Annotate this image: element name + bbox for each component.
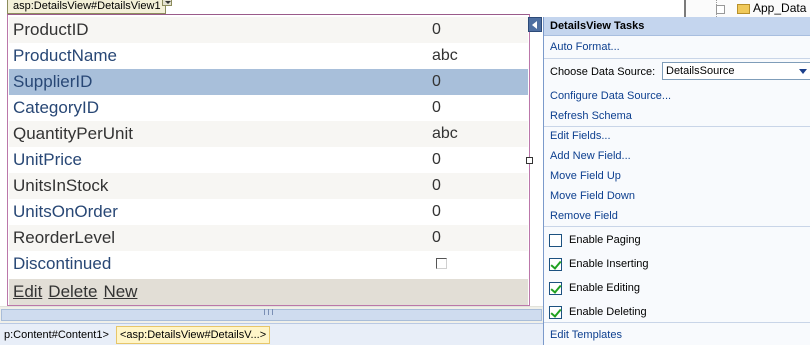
field-header: UnitsOnOrder: [13, 202, 118, 221]
enable-inserting-checkbox[interactable]: [549, 257, 562, 271]
detailsview-row[interactable]: SupplierID 0: [9, 69, 528, 95]
detailsview-row[interactable]: ProductName abc: [9, 43, 528, 69]
detailsview-tasks-panel: DetailsView Tasks Auto Format... Choose …: [543, 17, 810, 345]
field-value: 0: [432, 73, 441, 90]
field-header: ProductName: [13, 46, 117, 65]
detailsview-row[interactable]: Discontinued: [9, 251, 528, 277]
detailsview-control[interactable]: ProductID 0 ProductName abc SupplierID 0 Categ…: [7, 14, 530, 306]
splitter[interactable]: [684, 0, 686, 17]
add-new-field-link[interactable]: Add New Field...: [550, 149, 631, 163]
configure-data-source-link[interactable]: Configure Data Source...: [550, 89, 671, 103]
tasks-title: DetailsView Tasks: [544, 17, 810, 36]
divider: [544, 322, 810, 323]
field-header: QuantityPerUnit: [13, 124, 133, 143]
field-value: 0: [432, 21, 441, 38]
field-value: 0: [432, 229, 441, 246]
delete-command-link[interactable]: Delete: [48, 282, 97, 302]
field-header: Discontinued: [13, 254, 112, 273]
field-value: 0: [432, 99, 441, 116]
expand-icon[interactable]: [716, 5, 725, 14]
field-value: [426, 254, 528, 274]
collapse-tasks-button[interactable]: [528, 17, 542, 32]
chevron-down-icon[interactable]: [162, 0, 172, 6]
detailsview-row[interactable]: ReorderLevel 0: [9, 225, 528, 251]
field-header: UnitPrice: [13, 150, 82, 169]
data-source-value: DetailsSource: [666, 65, 735, 77]
divider: [544, 226, 810, 227]
field-value: 0: [432, 151, 441, 168]
detailsview-row[interactable]: UnitPrice 0: [9, 147, 528, 173]
field-value: abc: [432, 47, 458, 64]
field-header: ReorderLevel: [13, 228, 116, 247]
refresh-schema-link[interactable]: Refresh Schema: [550, 109, 632, 123]
tag-crumb-content[interactable]: p:Content#Content1>: [0, 326, 113, 344]
detailsview-rows: ProductID 0 ProductName abc SupplierID 0 Categ…: [9, 17, 528, 277]
tag-crumb-detailsview[interactable]: <asp:DetailsView#DetailsV...>: [116, 326, 271, 344]
move-field-down-link[interactable]: Move Field Down: [550, 189, 635, 203]
divider: [544, 126, 810, 127]
detailsview-command-row: Edit Delete New: [9, 279, 528, 305]
field-value: 0: [432, 203, 441, 220]
enable-inserting-label: Enable Inserting: [569, 258, 649, 270]
tag-navigator: p:Content#Content1> <asp:DetailsView#Det…: [0, 323, 545, 345]
edit-fields-link[interactable]: Edit Fields...: [550, 129, 611, 143]
data-source-select[interactable]: DetailsSource: [662, 62, 810, 80]
edit-templates-link[interactable]: Edit Templates: [550, 328, 622, 342]
auto-format-link[interactable]: Auto Format...: [550, 40, 620, 54]
choose-data-source-label: Choose Data Source:: [550, 66, 656, 78]
enable-deleting-label: Enable Deleting: [569, 306, 647, 318]
detailsview-row[interactable]: CategoryID 0: [9, 95, 528, 121]
field-value: abc: [432, 125, 458, 142]
control-tag-label[interactable]: asp:DetailsView#DetailsView1: [7, 0, 166, 14]
discontinued-checkbox[interactable]: [436, 258, 447, 269]
detailsview-row[interactable]: ProductID 0: [9, 17, 528, 43]
enable-deleting-option[interactable]: Enable Deleting: [549, 304, 647, 320]
detailsview-row[interactable]: UnitsOnOrder 0: [9, 199, 528, 225]
enable-editing-label: Enable Editing: [569, 282, 640, 294]
field-header: CategoryID: [13, 98, 99, 117]
field-header: UnitsInStock: [13, 176, 109, 195]
horizontal-scrollbar[interactable]: [0, 306, 545, 323]
solution-item-app-data[interactable]: App_Data: [753, 1, 806, 15]
chevron-down-icon[interactable]: [796, 63, 810, 79]
enable-paging-option[interactable]: Enable Paging: [549, 232, 641, 248]
enable-editing-checkbox[interactable]: [549, 281, 562, 295]
enable-inserting-option[interactable]: Enable Inserting: [549, 256, 649, 272]
folder-icon: [737, 4, 750, 14]
enable-editing-option[interactable]: Enable Editing: [549, 280, 640, 296]
field-value: 0: [432, 177, 441, 194]
detailsview-row[interactable]: UnitsInStock 0: [9, 173, 528, 199]
edit-command-link[interactable]: Edit: [13, 282, 42, 302]
resize-handle[interactable]: [526, 157, 533, 164]
divider: [544, 58, 810, 59]
field-header: SupplierID: [13, 72, 93, 91]
enable-paging-label: Enable Paging: [569, 234, 641, 246]
detailsview-row[interactable]: QuantityPerUnit abc: [9, 121, 528, 147]
new-command-link[interactable]: New: [103, 282, 137, 302]
enable-deleting-checkbox[interactable]: [549, 305, 562, 319]
design-surface[interactable]: asp:DetailsView#DetailsView1 ProductID 0 P…: [0, 0, 545, 345]
move-field-up-link[interactable]: Move Field Up: [550, 169, 621, 183]
field-header: ProductID: [13, 20, 89, 39]
grip-icon: [264, 309, 273, 315]
remove-field-link[interactable]: Remove Field: [550, 209, 618, 223]
enable-paging-checkbox[interactable]: [549, 233, 562, 247]
